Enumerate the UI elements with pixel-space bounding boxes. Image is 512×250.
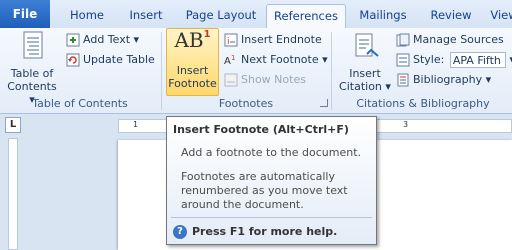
insert-footnote-button[interactable]: AB1 Insert Footnote [166, 29, 219, 90]
table-of-contents-icon [23, 31, 43, 59]
bibliography-button[interactable]: Bibliography ▾ [396, 70, 491, 90]
tab-review[interactable]: Review [422, 4, 480, 28]
tab-page-layout[interactable]: Page Layout [178, 4, 264, 28]
footnotes-dialog-launcher-icon[interactable] [320, 99, 328, 107]
insert-citation-icon [355, 33, 379, 57]
tab-file[interactable]: File [0, 0, 50, 28]
add-text-icon [66, 33, 80, 47]
ribbon-references: Table of Contents ▾ Add Text ▾ Update Ta… [0, 28, 512, 114]
update-table-icon [66, 53, 80, 67]
add-text-button[interactable]: Add Text ▾ [66, 30, 139, 50]
ruler-tick: 1 [133, 120, 139, 129]
insert-endnote-icon: i [224, 33, 238, 47]
insert-citation-label-line1: Insert [349, 67, 381, 80]
style-icon [396, 53, 410, 67]
group-label-footnotes: Footnotes [218, 97, 274, 110]
tooltip-help: ? Press F1 for more help. [173, 224, 337, 240]
tab-home[interactable]: Home [58, 4, 116, 28]
tab-insert[interactable]: Insert [118, 4, 174, 28]
manage-sources-icon [396, 33, 410, 47]
svg-text:i: i [227, 37, 230, 47]
group-separator [331, 32, 332, 110]
group-label-table-of-contents: Table of Contents [32, 97, 128, 110]
table-of-contents-button[interactable]: Table of Contents ▾ [4, 30, 60, 106]
ribbon-tab-bar: File Home Insert Page Layout References … [0, 0, 512, 29]
insert-citation-label-line2: Citation ▾ [339, 80, 391, 93]
help-icon: ? [173, 225, 187, 239]
insert-footnote-label-line1: Insert [176, 64, 209, 77]
insert-endnote-button[interactable]: i Insert Endnote [224, 30, 322, 50]
tooltip-detail: Footnotes are automatically renumbered a… [181, 170, 348, 211]
update-table-button[interactable]: Update Table [66, 50, 155, 70]
superscript-one-glyph: 1 [203, 29, 211, 40]
vertical-ruler[interactable] [8, 138, 18, 250]
next-footnote-button[interactable]: A 1 Next Footnote ▾ [224, 50, 328, 70]
style-selector: Style: APA Fifth ▾ [396, 50, 512, 70]
style-label: Style: [413, 53, 445, 66]
table-of-contents-label-line1: Table of [10, 67, 54, 80]
tooltip-description: Add a footnote to the document. [181, 146, 362, 159]
show-notes-button[interactable]: Show Notes [224, 70, 306, 90]
tooltip-title: Insert Footnote (Alt+Ctrl+F) [173, 123, 349, 136]
group-label-citations: Citations & Bibliography [356, 97, 490, 110]
tab-selector[interactable]: L [5, 117, 21, 133]
svg-text:A: A [224, 56, 231, 67]
show-notes-icon [224, 73, 238, 87]
ruler-tick: 3 [403, 120, 409, 129]
insert-citation-button[interactable]: Insert Citation ▾ [338, 30, 392, 93]
tab-references[interactable]: References [266, 4, 346, 29]
bibliography-icon [397, 73, 409, 87]
tooltip-help-text: Press F1 for more help. [192, 225, 338, 238]
tooltip-divider [171, 217, 372, 218]
tab-view[interactable]: View [484, 4, 512, 28]
ab-glyph: AB [174, 28, 204, 52]
insert-footnote-label-line2: Footnote [168, 77, 217, 90]
tab-mailings[interactable]: Mailings [352, 4, 414, 28]
style-dropdown[interactable]: APA Fifth [449, 52, 506, 68]
insert-footnote-icon: AB1 [166, 29, 219, 64]
manage-sources-button[interactable]: Manage Sources [396, 30, 504, 50]
next-footnote-icon: A 1 [224, 54, 235, 67]
insert-footnote-tooltip: Insert Footnote (Alt+Ctrl+F) Add a footn… [166, 116, 377, 245]
svg-text:1: 1 [231, 54, 235, 62]
